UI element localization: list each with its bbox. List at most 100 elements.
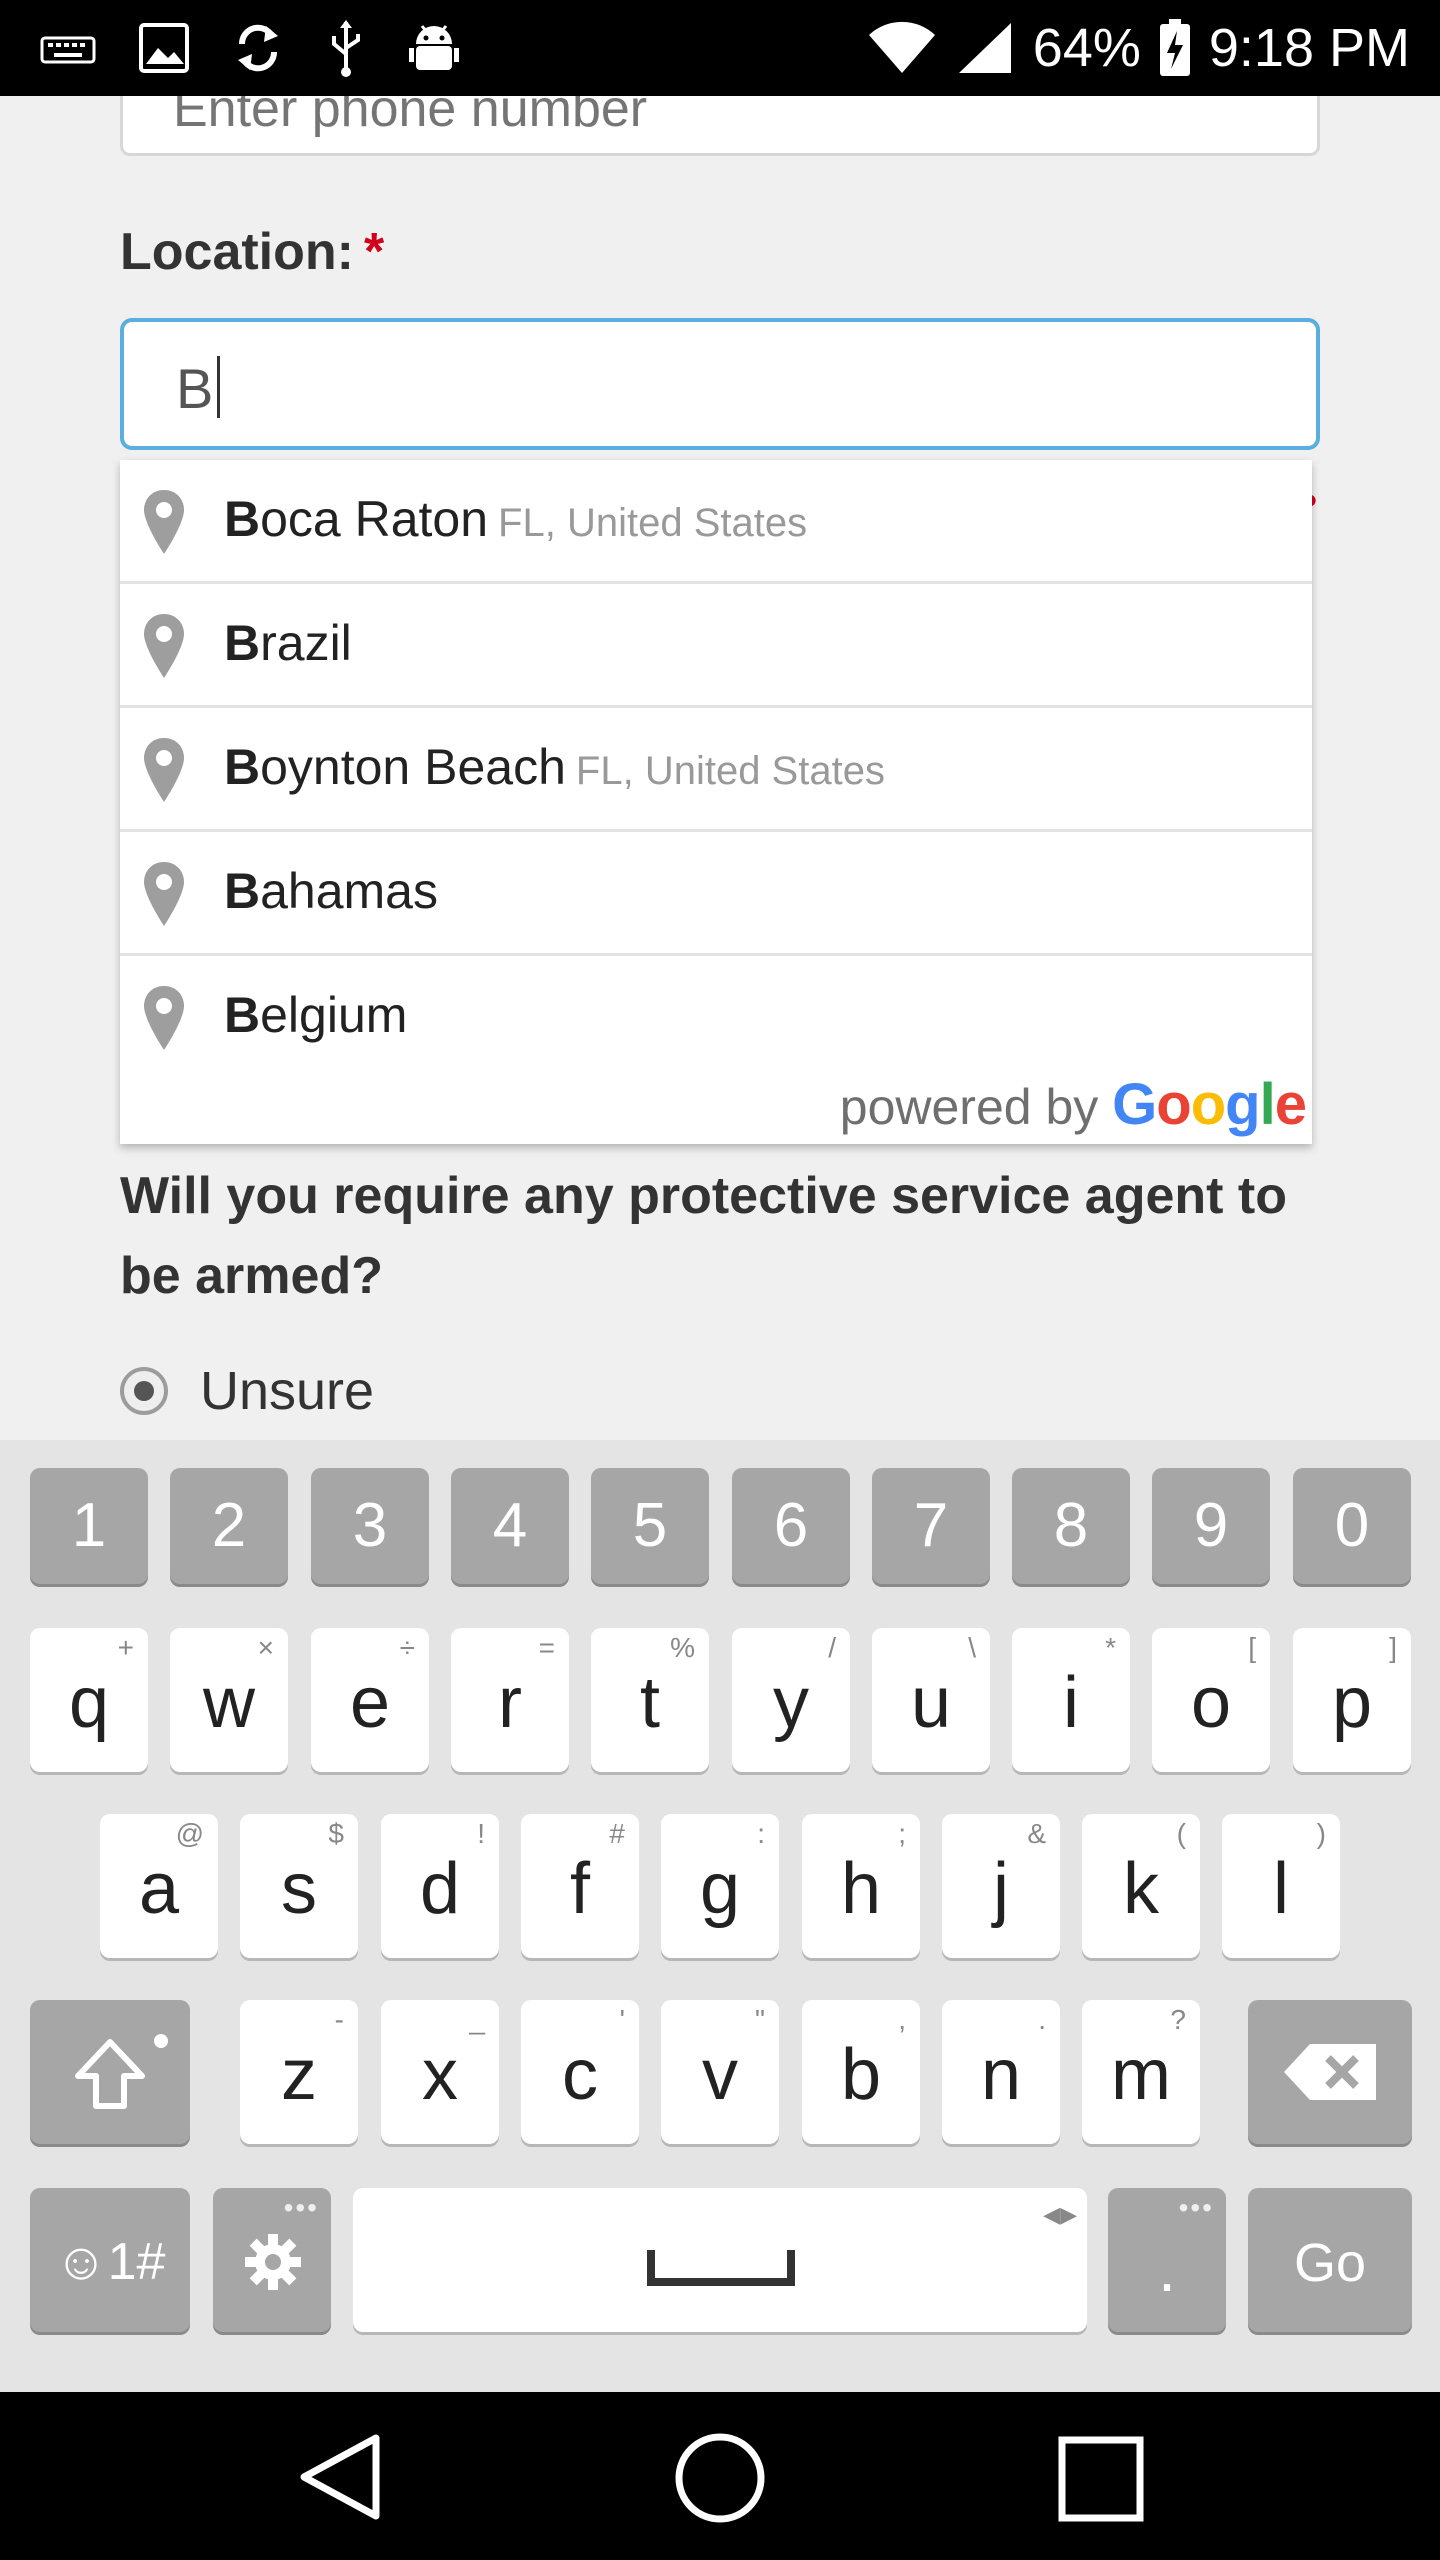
space-bar-icon [647, 2248, 795, 2293]
google-letter: g [1225, 1072, 1260, 1137]
soft-keyboard: 1 2 3 4 5 6 7 8 9 0 + q × w ÷ e = r % t / y \ u… [0, 1440, 1440, 2392]
key-hint: / [828, 1632, 836, 1663]
period-key[interactable]: •••. [1108, 2188, 1226, 2332]
key-hint: ) [1316, 1818, 1326, 1849]
key-8[interactable]: 8 [1012, 1468, 1130, 1584]
key-label: Go [1293, 2233, 1367, 2293]
key-hint: _ [469, 2004, 485, 2035]
key-f[interactable]: # f [521, 1814, 639, 1958]
key-2[interactable]: 2 [170, 1468, 288, 1584]
key-label: 1 [71, 1491, 107, 1560]
powered-by-text: powered by [839, 1079, 1099, 1135]
key-label: e [349, 1663, 391, 1743]
image-icon [138, 22, 190, 74]
key-hint: \ [968, 1632, 976, 1663]
backspace-key[interactable] [1248, 2000, 1412, 2144]
key-i[interactable]: * i [1012, 1628, 1130, 1772]
form-page: Location:* B • Boca RatonFL, United Stat… [0, 96, 1440, 1440]
key-c[interactable]: ' c [521, 2000, 639, 2144]
key-6[interactable]: 6 [732, 1468, 850, 1584]
suggestion-text: Bahamas [224, 862, 448, 920]
key-5[interactable]: 5 [591, 1468, 709, 1584]
google-letter: o [1156, 1072, 1191, 1137]
key-e[interactable]: ÷ e [311, 1628, 429, 1772]
key-m[interactable]: ? m [1082, 2000, 1200, 2144]
key-hint: [ [1248, 1632, 1256, 1663]
suggestion-main: razil [260, 615, 352, 671]
more-dots: ••• [283, 2192, 319, 2223]
key-label: s [281, 1849, 317, 1929]
key-hint: ; [898, 1818, 906, 1849]
usb-icon [326, 18, 366, 78]
location-input[interactable]: B [120, 318, 1320, 450]
google-letter: G [1112, 1072, 1157, 1137]
key-label: n [980, 2035, 1022, 2115]
key-label: w [203, 1663, 255, 1743]
key-w[interactable]: × w [170, 1628, 288, 1772]
key-l[interactable]: ) l [1222, 1814, 1340, 1958]
key-3[interactable]: 3 [311, 1468, 429, 1584]
key-label: 4 [492, 1491, 528, 1560]
key-label: h [840, 1849, 882, 1929]
key-o[interactable]: [o [1152, 1628, 1270, 1772]
shift-indicator-dot [154, 2034, 168, 2048]
map-pin-icon [142, 488, 186, 561]
key-hint: ! [477, 1818, 485, 1849]
key-y[interactable]: / y [732, 1628, 850, 1772]
suggestion-item[interactable]: Boynton Beach FL, United States [120, 708, 1312, 832]
suggestion-item[interactable]: Brazil [120, 584, 1312, 708]
key-hint: ÷ [399, 1632, 415, 1663]
text-caret [217, 356, 221, 418]
suggestion-item[interactable]: Belgium [120, 956, 1312, 1080]
suggestion-item[interactable]: Boca Raton FL, United States [120, 460, 1312, 584]
key-g[interactable]: :g [661, 1814, 779, 1958]
key-0[interactable]: 0 [1293, 1468, 1411, 1584]
symbols-key[interactable]: ☺1# [30, 2188, 190, 2332]
key-a[interactable]: @ a [100, 1814, 218, 1958]
phone-input[interactable] [173, 96, 1173, 139]
key-q[interactable]: + q [30, 1628, 148, 1772]
key-k[interactable]: (k [1082, 1814, 1200, 1958]
key-label: f [569, 1849, 590, 1929]
key-b[interactable]: ,b [802, 2000, 920, 2144]
key-h[interactable]: ; h [802, 1814, 920, 1958]
key-x[interactable]: _ x [381, 2000, 499, 2144]
key-t[interactable]: % t [591, 1628, 709, 1772]
back-icon[interactable] [298, 2432, 382, 2527]
key-label: . [1158, 2233, 1176, 2305]
cursor-arrows-icon: ◀▶ [1043, 2202, 1077, 2227]
location-label: Location: * [120, 222, 384, 282]
key-p[interactable]: ] p [1293, 1628, 1411, 1772]
key-hint: . [1038, 2004, 1046, 2035]
go-key[interactable]: Go [1248, 2188, 1412, 2332]
key-v[interactable]: " v [661, 2000, 779, 2144]
key-n[interactable]: .n [942, 2000, 1060, 2144]
keyboard-icon [40, 28, 96, 68]
radio-button-selected[interactable] [120, 1367, 168, 1415]
key-z[interactable]: -z [240, 2000, 358, 2144]
key-4[interactable]: 4 [451, 1468, 569, 1584]
location-label-text: Location: [120, 223, 354, 281]
key-1[interactable]: 1 [30, 1468, 148, 1584]
key-j[interactable]: & j [942, 1814, 1060, 1958]
key-label: u [910, 1663, 952, 1743]
settings-key[interactable]: ••• [213, 2188, 331, 2332]
shift-key[interactable] [30, 2000, 190, 2144]
key-label: j [993, 1849, 1009, 1929]
map-pin-icon [142, 736, 186, 809]
recents-icon[interactable] [1058, 2436, 1144, 2527]
key-hint: + [117, 1632, 134, 1663]
key-u[interactable]: \ u [872, 1628, 990, 1772]
suggestion-main: elgium [260, 987, 408, 1043]
home-icon[interactable] [674, 2432, 766, 2529]
key-7[interactable]: 7 [872, 1468, 990, 1584]
radio-unsure[interactable]: Unsure [120, 1360, 374, 1422]
radio-label: Unsure [200, 1361, 375, 1421]
key-9[interactable]: 9 [1152, 1468, 1270, 1584]
phone-field[interactable] [120, 96, 1320, 156]
key-r[interactable]: = r [451, 1628, 569, 1772]
space-key[interactable]: ◀▶ [353, 2188, 1087, 2332]
suggestion-item[interactable]: Bahamas [120, 832, 1312, 956]
key-d[interactable]: ! d [381, 1814, 499, 1958]
key-s[interactable]: $ s [240, 1814, 358, 1958]
